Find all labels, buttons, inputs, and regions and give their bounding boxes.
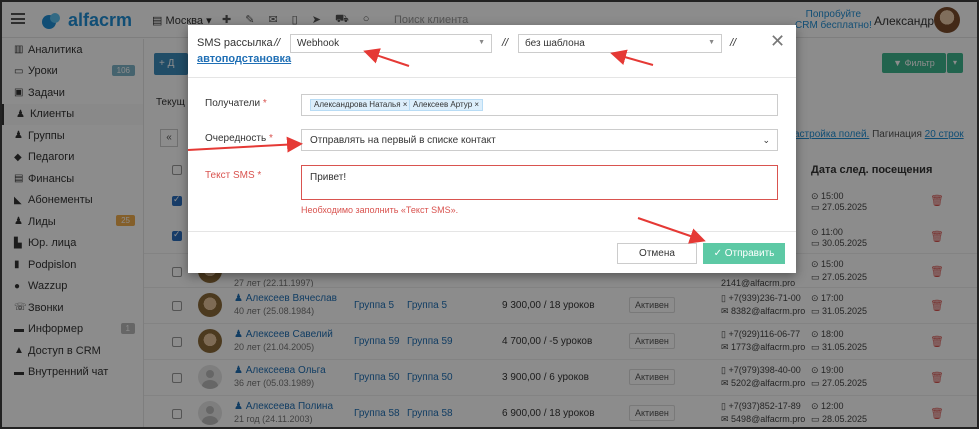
queue-value: Отправлять на первый в списке контакт (310, 135, 496, 146)
recipients-label-text: Получатели (205, 98, 261, 109)
template-select[interactable]: без шаблона ▼ (518, 34, 722, 53)
recipients-field[interactable]: Александрова Наталья × Алексеев Артур × (301, 94, 778, 116)
title-separator: // (502, 37, 509, 49)
recipient-tag[interactable]: Алексеев Артур × (409, 99, 484, 111)
template-value: без шаблона (525, 38, 585, 49)
chevron-down-icon: ▼ (478, 39, 485, 46)
recipient-tag[interactable]: Александрова Наталья × (310, 99, 412, 111)
required-mark: * (268, 133, 273, 144)
sms-text-label-text: Текст SMS (205, 170, 255, 181)
queue-select[interactable]: Отправлять на первый в списке контакт ⌄ (301, 129, 778, 151)
divider (188, 231, 796, 232)
gateway-value: Webhook (297, 38, 340, 49)
cancel-button[interactable]: Отмена (617, 243, 697, 264)
close-icon[interactable]: ✕ (770, 31, 785, 52)
sms-text-label: Текст SMS * (205, 170, 261, 181)
sms-dialog: SMS рассылка // Webhook ▼ // без шаблона… (188, 25, 796, 273)
gateway-select[interactable]: Webhook ▼ (290, 34, 492, 53)
app-window: alfacrm ▤ Москва ▾ ✚ ✎ ✉ ▯ ➤ ⛟ ○ Поиск к… (0, 0, 979, 429)
divider (188, 77, 796, 78)
required-mark: * (262, 98, 267, 109)
dialog-title: SMS рассылка (197, 37, 273, 49)
queue-label-text: Очередность (205, 133, 267, 144)
chevron-down-icon: ▼ (708, 39, 715, 46)
required-mark: * (257, 170, 262, 181)
autosubstitution-link[interactable]: автоподстановка (197, 53, 291, 65)
recipients-label: Получатели * (205, 98, 267, 109)
sms-error-message: Необходимо заполнить «Текст SMS». (301, 205, 459, 215)
queue-label: Очередность * (205, 133, 273, 144)
sms-text-area[interactable]: Привет! (301, 165, 778, 200)
title-separator: // (730, 37, 737, 49)
chevron-down-icon: ⌄ (762, 135, 770, 145)
send-button[interactable]: ✓ Отправить (703, 243, 785, 264)
title-separator: // (274, 37, 281, 49)
